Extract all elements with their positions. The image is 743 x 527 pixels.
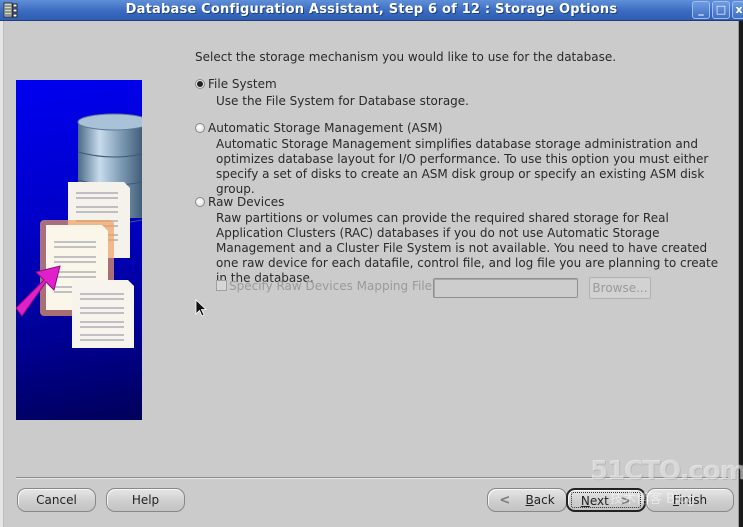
finish-button[interactable]: Finish	[646, 488, 734, 512]
radio-button[interactable]	[195, 123, 205, 133]
checkbox-label: Specify Raw Devices Mapping File	[229, 279, 433, 293]
back-mnemonic: B	[525, 493, 534, 507]
radio-asm[interactable]: Automatic Storage Management (ASM)	[195, 121, 443, 135]
next-button[interactable]: Next >	[566, 488, 646, 512]
window-frame-left	[0, 21, 4, 527]
close-button[interactable]: x	[732, 1, 743, 19]
minimize-button[interactable]: _	[692, 1, 710, 19]
option-description: Automatic Storage Management simplifies …	[216, 137, 709, 196]
option-label[interactable]: Raw Devices	[208, 195, 284, 209]
back-arrow-icon: <	[499, 493, 511, 508]
raw-mapping-checkbox[interactable]: Specify Raw Devices Mapping File	[216, 279, 432, 293]
watermark-text: 51CTO.com	[590, 456, 743, 486]
help-button[interactable]: Help	[106, 488, 185, 512]
window-title: Database Configuration Assistant, Step 6…	[125, 2, 618, 17]
focus-ring	[571, 492, 641, 508]
checkbox[interactable]	[216, 280, 227, 291]
back-button[interactable]: < Back	[487, 488, 567, 512]
option-description: Use the File System for Database storage…	[216, 94, 469, 108]
browse-button[interactable]: Browse...	[589, 277, 651, 299]
radio-button[interactable]	[195, 197, 205, 207]
option-label[interactable]: Automatic Storage Management (ASM)	[208, 121, 443, 135]
radio-raw-devices[interactable]: Raw Devices	[195, 195, 284, 209]
radio-file-system[interactable]: File System	[195, 77, 277, 91]
mouse-cursor-icon	[195, 299, 208, 320]
back-label: ack	[533, 493, 555, 507]
divider	[16, 477, 728, 479]
instructions-text: Select the storage mechanism you would l…	[195, 50, 617, 64]
radio-button-selected[interactable]	[195, 79, 205, 89]
title-bar[interactable]: Database Configuration Assistant, Step 6…	[0, 0, 743, 21]
watermark: 51CTO.com 技术博客 Blog	[590, 456, 743, 507]
cancel-button[interactable]: Cancel	[17, 488, 96, 512]
document-page-icon	[72, 280, 134, 348]
storage-illustration	[16, 80, 142, 420]
window-frame-right	[738, 21, 743, 527]
option-description: Raw partitions or volumes can provide th…	[216, 211, 719, 285]
finish-label: inish	[678, 493, 708, 507]
mapping-file-input[interactable]	[433, 278, 578, 298]
option-label[interactable]: File System	[208, 77, 277, 91]
maximize-button[interactable]: □	[712, 1, 730, 19]
